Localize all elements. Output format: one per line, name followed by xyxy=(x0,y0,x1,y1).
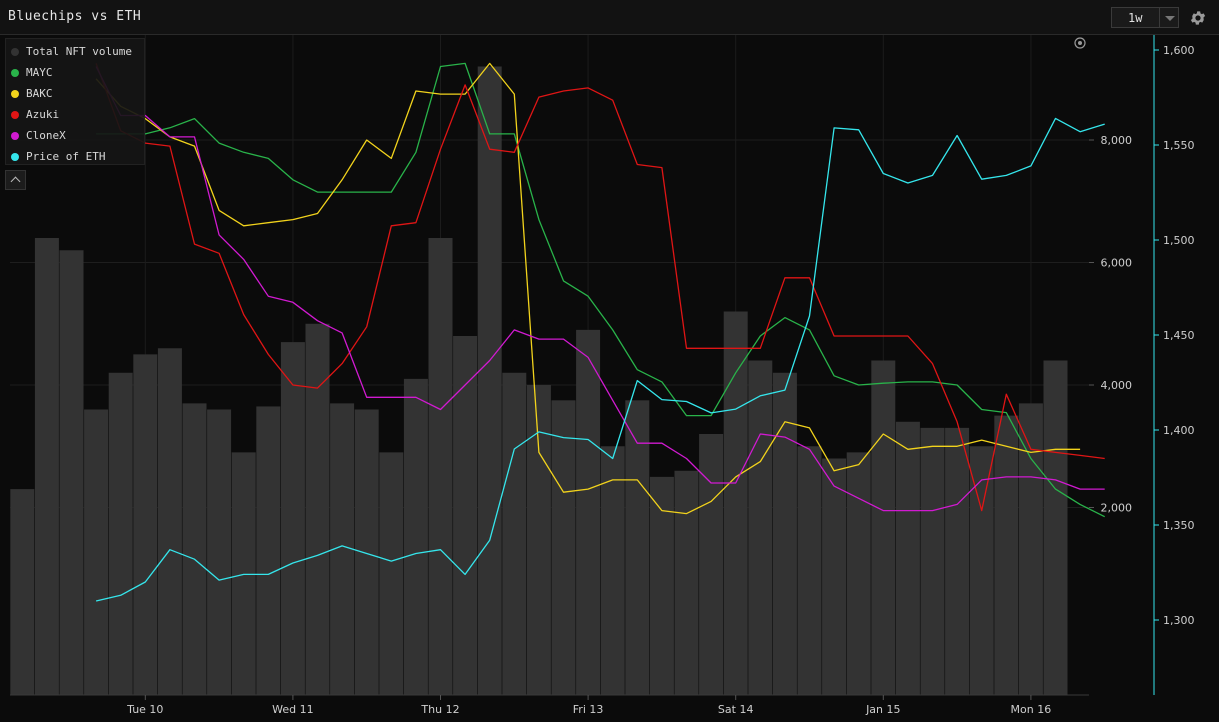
chart-header: Bluechips vs ETH 1w xyxy=(0,0,1219,35)
right-tick-label: 1,550 xyxy=(1163,139,1195,152)
volume-bar xyxy=(1043,360,1068,695)
right-tick-label: 1,300 xyxy=(1163,614,1195,627)
volume-bar xyxy=(994,415,1019,695)
right-tick-label: 1,600 xyxy=(1163,44,1195,57)
right-tick-label: 1,500 xyxy=(1163,234,1195,247)
volume-bar xyxy=(34,238,59,695)
right-tick-label: 1,350 xyxy=(1163,519,1195,532)
legend-label: Azuki xyxy=(26,108,60,121)
volume-bar xyxy=(379,452,404,695)
chevron-up-icon[interactable] xyxy=(5,170,26,190)
volume-bar xyxy=(920,427,945,695)
legend-item[interactable]: BAKC xyxy=(6,85,146,103)
legend-label: Total NFT volume xyxy=(26,45,132,58)
volume-bar xyxy=(674,470,699,695)
legend-swatch xyxy=(11,111,19,119)
volume-bar xyxy=(182,403,207,695)
legend-swatch xyxy=(11,132,19,140)
legend-item[interactable]: Azuki xyxy=(6,106,146,124)
legend-label: CloneX xyxy=(26,129,66,142)
right-tick-label: 1,450 xyxy=(1163,329,1195,342)
left-tick-label: 8,000 xyxy=(1101,134,1133,147)
volume-bar xyxy=(871,360,896,695)
legend-swatch xyxy=(11,153,19,161)
legend-swatch xyxy=(11,90,19,98)
legend-swatch xyxy=(11,69,19,77)
left-y-axis: 2,0004,0006,0008,00010,000 xyxy=(1089,134,1133,515)
x-tick-label: Tue 10 xyxy=(126,703,163,716)
volume-bar xyxy=(354,409,379,695)
volume-bar xyxy=(895,421,920,695)
left-tick-label: 6,000 xyxy=(1101,257,1133,270)
legend-label: Price of ETH xyxy=(26,150,106,163)
chart-area[interactable]: Tue 10 Wed 11 Thu 12 Fri 13 Sat 14 Jan 15 Mon … xyxy=(0,35,1219,722)
x-tick-label: Thu 12 xyxy=(420,703,459,716)
right-tick-label: 1,400 xyxy=(1163,424,1195,437)
legend: Total NFT volume MAYC BAKC Azuki CloneX Price… xyxy=(5,38,145,165)
dropdown-divider xyxy=(1159,8,1160,27)
volume-bar xyxy=(551,400,576,695)
time-range-dropdown[interactable]: 1w xyxy=(1111,7,1179,28)
volume-bar xyxy=(822,458,847,695)
volume-bar xyxy=(846,452,871,695)
volume-bar xyxy=(231,452,256,695)
volume-bar xyxy=(10,489,35,695)
volume-bar xyxy=(59,250,84,695)
legend-item[interactable]: MAYC xyxy=(6,64,146,82)
volume-bar xyxy=(945,427,970,695)
volume-bar xyxy=(280,342,305,695)
volume-bar xyxy=(748,360,773,695)
volume-bar xyxy=(453,336,478,695)
left-tick-label: 2,000 xyxy=(1101,502,1133,515)
legend-swatch xyxy=(11,48,19,56)
volume-bar xyxy=(1018,403,1043,695)
volume-bar xyxy=(699,434,724,695)
time-range-value: 1w xyxy=(1128,11,1143,25)
volume-bar xyxy=(157,348,182,695)
x-tick-label: Fri 13 xyxy=(573,703,604,716)
volume-bar xyxy=(207,409,232,695)
left-tick-label: 4,000 xyxy=(1101,379,1133,392)
x-tick-label: Mon 16 xyxy=(1011,703,1052,716)
right-y-axis: 1,300 1,350 1,400 1,450 1,500 1,550 1,600 xyxy=(1153,35,1195,695)
chevron-down-icon[interactable] xyxy=(1165,16,1175,21)
gear-icon[interactable] xyxy=(1189,9,1207,27)
volume-bar xyxy=(403,378,428,695)
volume-bar xyxy=(108,372,133,695)
volume-bar xyxy=(772,372,797,695)
legend-item[interactable]: Total NFT volume xyxy=(6,43,146,61)
legend-label: BAKC xyxy=(26,87,53,100)
volume-bar xyxy=(256,406,281,695)
x-axis: Tue 10 Wed 11 Thu 12 Fri 13 Sat 14 Jan 15 Mon … xyxy=(10,694,1089,716)
legend-label: MAYC xyxy=(26,66,53,79)
volume-bar xyxy=(428,238,453,695)
target-icon[interactable] xyxy=(1074,37,1086,49)
volume-bar xyxy=(723,311,748,695)
volume-bar xyxy=(477,66,502,695)
volume-bar xyxy=(133,354,158,695)
volume-bar xyxy=(625,400,650,695)
chart-title: Bluechips vs ETH xyxy=(8,9,142,24)
volume-bar xyxy=(576,329,601,695)
volume-bar xyxy=(969,446,994,695)
volume-bar xyxy=(797,446,822,695)
volume-bar xyxy=(502,372,527,695)
legend-item[interactable]: CloneX xyxy=(6,127,146,145)
x-tick-label: Jan 15 xyxy=(865,703,900,716)
x-tick-label: Sat 14 xyxy=(718,703,754,716)
x-tick-label: Wed 11 xyxy=(272,703,313,716)
volume-bars xyxy=(10,66,1068,695)
legend-item[interactable]: Price of ETH xyxy=(6,148,146,166)
volume-bar xyxy=(84,409,109,695)
